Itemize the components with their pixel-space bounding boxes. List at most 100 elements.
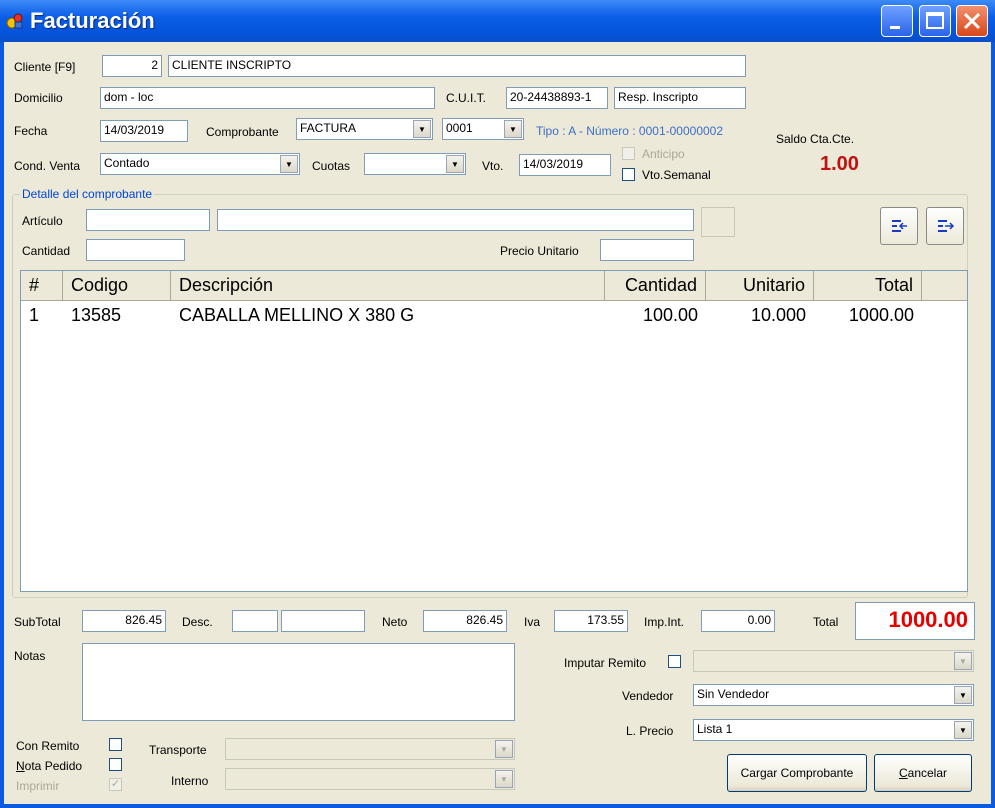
cuotas-label: Cuotas <box>312 159 351 173</box>
vendedor-value: Sin Vendedor <box>697 687 770 701</box>
column-header-total[interactable]: Total <box>814 271 922 301</box>
desc-percent-field[interactable] <box>232 610 278 632</box>
punto-venta-select[interactable]: 0001 ▼ <box>442 118 524 140</box>
articulo-label: Artículo <box>22 214 63 228</box>
vendedor-select[interactable]: Sin Vendedor ▼ <box>693 684 974 706</box>
notas-textarea[interactable] <box>82 643 515 721</box>
lprecio-label: L. Precio <box>626 724 674 738</box>
iva-field[interactable]: 173.55 <box>554 610 628 632</box>
chevron-down-icon[interactable]: ▼ <box>504 120 522 138</box>
saldo-value: 1.00 <box>820 153 859 175</box>
transporte-label: Transporte <box>149 743 207 757</box>
total-field: 1000.00 <box>855 602 975 640</box>
con-remito-checkbox[interactable] <box>109 738 122 751</box>
interno-select[interactable]: ▼ <box>225 768 515 790</box>
cantidad-field[interactable] <box>86 239 185 261</box>
fecha-label: Fecha <box>14 124 48 138</box>
tipo-numero-text: Tipo : A - Número : 0001-00000002 <box>536 124 724 138</box>
imprimir-label: Imprimir <box>16 779 60 793</box>
vto-semanal-checkbox[interactable] <box>622 168 635 181</box>
column-header-number[interactable]: # <box>21 271 63 301</box>
notas-label: Notas <box>14 649 46 663</box>
cond-venta-value: Contado <box>104 156 150 170</box>
cond-venta-label: Cond. Venta <box>14 159 81 173</box>
maximize-icon <box>926 12 944 29</box>
fecha-field[interactable]: 14/03/2019 <box>100 120 188 142</box>
cliente-name-field[interactable]: CLIENTE INSCRIPTO <box>168 55 746 77</box>
cuit-field[interactable]: 20-24438893-1 <box>506 87 608 109</box>
column-header-descripcion[interactable]: Descripción <box>171 271 605 301</box>
close-button[interactable] <box>956 5 988 37</box>
close-icon <box>963 12 981 30</box>
chevron-down-icon[interactable]: ▼ <box>954 721 972 739</box>
interno-label: Interno <box>171 774 209 788</box>
lista-precio-value: Lista 1 <box>697 722 733 736</box>
chevron-down-icon[interactable]: ▼ <box>495 740 513 758</box>
cell-cantidad: 100.00 <box>642 305 698 325</box>
impint-field[interactable]: 0.00 <box>701 610 775 632</box>
cargar-comprobante-button[interactable]: Cargar Comprobante <box>727 754 867 792</box>
comprobante-value: FACTURA <box>300 121 357 135</box>
column-header-cantidad[interactable]: Cantidad <box>605 271 706 301</box>
domicilio-field[interactable]: dom - loc <box>100 87 435 109</box>
cell-unitario: 10.000 <box>750 305 806 325</box>
detalle-group-title: Detalle del comprobante <box>20 187 155 201</box>
vto-label: Vto. <box>482 159 504 173</box>
vto-semanal-label: Vto.Semanal <box>642 168 711 182</box>
transporte-select[interactable]: ▼ <box>225 738 515 760</box>
imprimir-checkbox[interactable]: ✓ <box>109 778 122 791</box>
cantidad-label: Cantidad <box>22 244 71 258</box>
desc-amount-field[interactable] <box>281 610 365 632</box>
form-client-area: Cliente [F9] 2 CLIENTE INSCRIPTO Domicil… <box>4 42 991 804</box>
lista-precio-select[interactable]: Lista 1 ▼ <box>693 719 974 741</box>
comprobante-select[interactable]: FACTURA ▼ <box>296 118 433 140</box>
articulo-desc-field[interactable] <box>217 209 694 231</box>
cliente-code-field[interactable]: 2 <box>102 55 162 77</box>
iva-condition-field[interactable]: Resp. Inscripto <box>614 87 746 109</box>
articulo-code-field[interactable] <box>86 209 210 231</box>
cell-descripcion: CABALLA MELLINO X 380 G <box>179 305 415 325</box>
column-header-unitario[interactable]: Unitario <box>706 271 814 301</box>
remove-item-button[interactable] <box>926 207 964 245</box>
con-remito-label: Con Remito <box>16 739 80 753</box>
insert-item-button[interactable] <box>880 207 918 245</box>
anticipo-checkbox[interactable] <box>622 147 635 160</box>
precio-unitario-label: Precio Unitario <box>500 244 579 258</box>
subtotal-field[interactable]: 826.45 <box>82 610 166 632</box>
imputar-remito-select[interactable]: ▼ <box>693 650 974 672</box>
cond-venta-select[interactable]: Contado ▼ <box>100 153 300 175</box>
vto-field[interactable]: 14/03/2019 <box>519 154 611 176</box>
chevron-down-icon[interactable]: ▼ <box>446 155 464 173</box>
articulo-image-box <box>701 207 735 237</box>
domicilio-label: Domicilio <box>14 91 63 105</box>
nota-pedido-checkbox[interactable] <box>109 758 122 771</box>
neto-label: Neto <box>382 615 408 629</box>
chevron-down-icon[interactable]: ▼ <box>954 686 972 704</box>
list-add-icon <box>892 220 907 232</box>
nota-pedido-rest: ota Pedido <box>24 759 83 773</box>
column-header-codigo[interactable]: Codigo <box>63 271 171 301</box>
precio-unitario-field[interactable] <box>600 239 694 261</box>
maximize-button[interactable] <box>919 5 951 37</box>
cancelar-rest: ancelar <box>907 766 948 780</box>
facturacion-window: Facturación Cliente [F9] 2 CLIENTE INSCR… <box>0 0 995 808</box>
column-header-filler <box>922 271 967 301</box>
total-label: Total <box>813 615 839 629</box>
nota-pedido-label: Nota Pedido <box>16 759 82 773</box>
minimize-button[interactable] <box>881 5 913 37</box>
items-grid[interactable]: # Codigo Descripción Cantidad Unitario T… <box>20 270 968 592</box>
neto-field[interactable]: 826.45 <box>423 610 507 632</box>
imputar-remito-checkbox[interactable] <box>668 655 681 668</box>
title-bar[interactable]: Facturación <box>0 0 995 42</box>
app-icon <box>6 13 23 29</box>
window-title: Facturación <box>30 8 155 33</box>
chevron-down-icon[interactable]: ▼ <box>495 770 513 788</box>
chevron-down-icon[interactable]: ▼ <box>280 155 298 173</box>
impint-label: Imp.Int. <box>644 615 685 629</box>
cuotas-select[interactable]: ▼ <box>364 153 466 175</box>
cell-total: 1000.00 <box>848 305 914 325</box>
cancelar-button[interactable]: Cancelar <box>874 754 972 792</box>
chevron-down-icon[interactable]: ▼ <box>954 652 972 670</box>
iva-label: Iva <box>524 615 541 629</box>
chevron-down-icon[interactable]: ▼ <box>413 120 431 138</box>
